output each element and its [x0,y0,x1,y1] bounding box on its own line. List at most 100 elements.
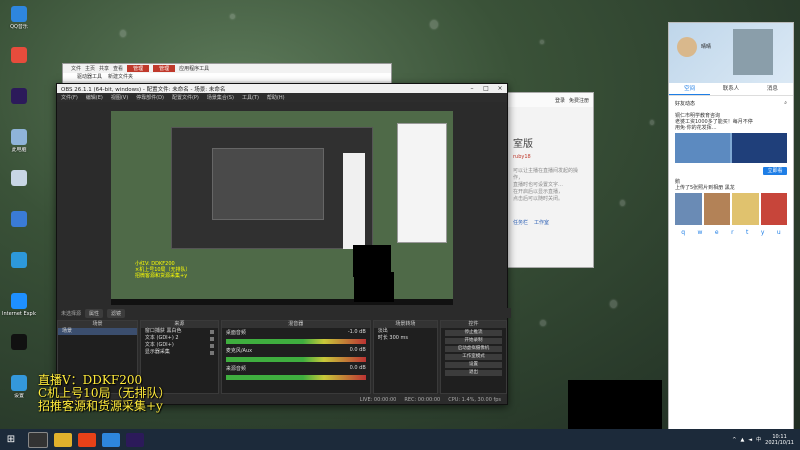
desktop-icon[interactable] [2,43,36,83]
explorer-icon[interactable] [54,432,72,447]
virtual-camera-button[interactable]: 启动虚拟摄像机 [444,346,502,352]
start-recording-button[interactable]: 开始录制 [444,338,502,344]
source-item[interactable]: 窗口捕获 黑白色 [141,328,218,335]
photo-thumb[interactable] [703,193,730,225]
eye-icon[interactable] [209,329,214,334]
volume-meter[interactable] [225,339,366,344]
app-shortcut-icon[interactable]: q [681,229,685,236]
photo-thumb[interactable] [760,193,787,225]
source-label: 文本 (GDI+) [144,342,174,348]
tab-manage-2[interactable]: 管理 [153,65,176,72]
link-taskbar[interactable]: 任务栏 [513,219,528,226]
exit-button[interactable]: 退出 [444,370,502,376]
tab-app-tools[interactable]: 应用程序工具 [179,65,209,72]
photo-thumb[interactable] [732,193,759,225]
obs-icon[interactable] [28,431,48,448]
rain-drop [620,200,625,206]
tab-share[interactable]: 共享 [99,65,109,72]
nested-app-capture [397,123,447,243]
menu-edit[interactable]: 编辑(E) [86,94,103,101]
filters-button[interactable]: 滤镜 [107,308,126,318]
tab-contacts[interactable]: 联系人 [710,83,751,95]
app-shortcut-icon[interactable]: e [715,229,719,236]
desktop-icon[interactable]: QQ音乐 [2,2,36,42]
browser-window[interactable]: 登录 免费注册 室版 ruby18 可以让主播在直播间发起的操作， 直播时也可设… [504,92,594,268]
obs-window[interactable]: OBS 26.1.1 (64-bit, windows) - 配置文件: 未命名… [56,83,511,405]
desktop-icon[interactable] [2,248,36,288]
view-now-button[interactable]: 立即看 [763,167,787,175]
desktop-icons: QQ音乐 此电脑 Internet Explorer 设置 [2,2,36,412]
desktop-icon[interactable] [2,84,36,124]
desktop-icon[interactable]: Internet Explorer [2,289,36,329]
desktop-icon[interactable] [2,330,36,370]
app-bottom-icons: q w e r t y u [675,229,787,236]
clock[interactable]: 10:11 2021/10/11 [765,434,794,446]
ribbon-drive-tools[interactable]: 驱动器工具 [77,73,102,81]
obs-preview[interactable]: 小红V: DDKF200 ×机上号10局（无排队） 招微客源和货源采集+y [111,111,453,305]
desktop-icon[interactable]: 设置 [2,371,36,411]
duration-input[interactable]: 300 ms [389,335,408,342]
app-shortcut-icon[interactable]: r [731,229,733,236]
photo-thumb[interactable] [675,193,702,225]
menu-help[interactable]: 帮助(H) [267,94,285,101]
menu-tools[interactable]: 工具(T) [242,94,259,101]
eye-icon[interactable] [209,350,214,355]
volume-meter[interactable] [225,357,366,362]
scene-item[interactable]: 场景 [58,328,137,335]
source-item[interactable]: 文本 (GDI+) 2 [141,335,218,342]
menu-view[interactable]: 视图(V) [111,94,128,101]
search-icon[interactable]: ⌕ [784,100,787,107]
menu-scene-collection[interactable]: 场景集合(S) [207,94,234,101]
transition-select[interactable]: 淡出 [374,328,437,335]
app-shortcut-icon[interactable]: u [777,229,781,236]
windows-start-icon[interactable]: ⊞ [0,429,22,450]
network-icon[interactable]: ▲ [740,437,744,443]
social-app-window[interactable]: 晴晴 空间 联系人 消息 好友动态 ⌕ 铜仁市明学教育咨询 老婆工资1000多了… [668,22,794,430]
eye-icon[interactable] [209,343,214,348]
tab-manage[interactable]: 管理 [127,65,150,72]
desktop-icon[interactable] [2,166,36,206]
feed-post[interactable]: 铜仁市明学教育咨询 老婆工资1000多了能买！每月不停 用免·你的花发挥… [675,113,787,131]
tab-home[interactable]: 主页 [85,65,95,72]
volume-icon[interactable]: ◄ [748,437,752,443]
volume-meter[interactable] [225,375,366,380]
tray-arrow-icon[interactable]: ^ [732,437,736,443]
ime-icon[interactable]: 中 [756,436,761,443]
settings-button[interactable]: 设置 [444,362,502,368]
eye-icon[interactable] [209,336,214,341]
mixer-dock-title: 混音器 [221,321,370,328]
maximize-icon[interactable]: □ [479,85,493,92]
properties-button[interactable]: 属性 [85,308,104,318]
close-icon[interactable]: × [493,85,507,92]
tab-view[interactable]: 查看 [113,65,123,72]
chrome-icon[interactable] [78,432,96,447]
tab-messages[interactable]: 消息 [752,83,793,95]
page-heading: 室版 [513,139,533,150]
premiere-icon[interactable] [126,432,144,447]
avatar[interactable] [677,37,697,57]
app-shortcut-icon[interactable]: y [761,229,765,236]
tab-space[interactable]: 空间 [669,83,711,95]
desktop-icon[interactable]: 此电脑 [2,125,36,165]
link-studio[interactable]: 工作室 [534,219,549,226]
app-shortcut-icon[interactable]: t [746,229,748,236]
qq-icon[interactable] [102,432,120,447]
menu-profile[interactable]: 配置文件(P) [172,94,199,101]
desktop-icon[interactable] [2,207,36,247]
source-item[interactable]: 显示器采集 [141,349,218,356]
menu-file[interactable]: 文件(F) [61,94,78,101]
register-link[interactable]: 免费注册 [569,97,589,104]
studio-mode-button[interactable]: 工作室模式 [444,354,502,360]
photo-thumbnails[interactable] [675,193,787,225]
app-shortcut-icon[interactable]: w [698,229,703,236]
ribbon-new-folder[interactable]: 新建文件夹 [108,73,133,81]
menu-docks[interactable]: 停靠部件(D) [136,94,164,101]
feed-post[interactable]: 鹅 上传了5张照片到相册 黑龙 [675,179,787,191]
source-item[interactable]: 文本 (GDI+) [141,342,218,349]
post-image[interactable] [675,133,787,163]
browser-icon [11,211,27,227]
tab-file[interactable]: 文件 [71,65,81,72]
stop-streaming-button[interactable]: 停止推流 [444,330,502,336]
login-link[interactable]: 登录 [555,97,565,104]
minimize-icon[interactable]: – [465,85,479,92]
